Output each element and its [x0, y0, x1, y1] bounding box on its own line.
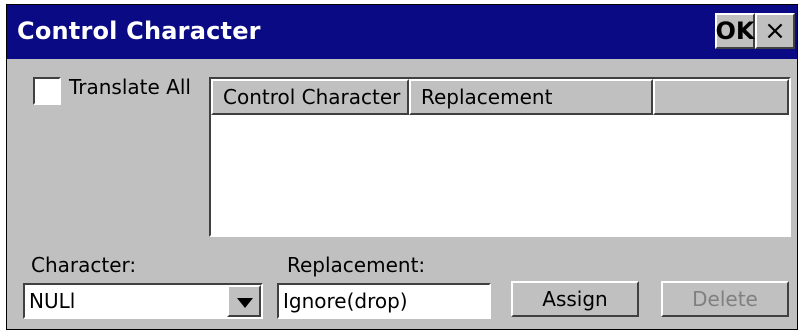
window-title: Control Character [17, 17, 261, 45]
column-header-replacement[interactable]: Replacement [409, 79, 653, 115]
control-character-dialog: Control Character OK × Translate All Con… [6, 4, 798, 330]
close-button[interactable]: × [755, 13, 795, 49]
character-value: NULl [29, 289, 76, 313]
replacement-input[interactable]: Ignore(drop) [277, 283, 491, 319]
chevron-down-icon [237, 298, 253, 308]
character-dropdown[interactable]: NULl [23, 283, 263, 319]
control-character-list[interactable]: Control Character Replacement [209, 77, 791, 237]
replacement-label: Replacement: [287, 253, 426, 277]
translate-all-label: Translate All [69, 75, 191, 99]
title-bar: Control Character OK × [7, 5, 797, 59]
column-header-empty[interactable] [653, 79, 789, 115]
column-header-control-character[interactable]: Control Character [211, 79, 409, 115]
dropdown-arrow-button[interactable] [227, 285, 261, 317]
character-label: Character: [31, 253, 137, 277]
translate-all-checkbox[interactable] [33, 77, 61, 105]
ok-button[interactable]: OK [715, 13, 755, 49]
delete-button[interactable]: Delete [661, 281, 789, 317]
assign-button[interactable]: Assign [511, 281, 639, 317]
